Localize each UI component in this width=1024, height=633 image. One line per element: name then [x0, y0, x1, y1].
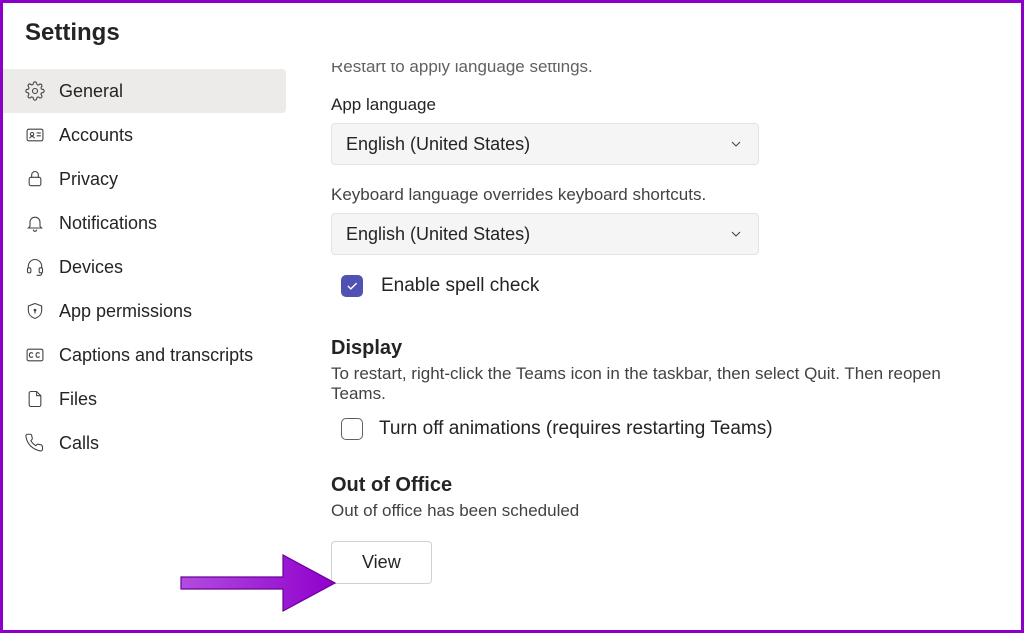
- sidebar-item-captions[interactable]: Captions and transcripts: [3, 333, 286, 377]
- view-button[interactable]: View: [331, 541, 432, 584]
- headset-icon: [25, 257, 45, 277]
- sidebar-item-label: Calls: [59, 433, 99, 454]
- sidebar-item-label: Captions and transcripts: [59, 345, 253, 366]
- keyboard-language-helper: Keyboard language overrides keyboard sho…: [331, 185, 993, 205]
- animations-checkbox[interactable]: [341, 418, 363, 440]
- sidebar-item-general[interactable]: General: [3, 69, 286, 113]
- settings-sidebar: General Accounts Privacy Notifications: [3, 65, 286, 630]
- sidebar-item-privacy[interactable]: Privacy: [3, 157, 286, 201]
- file-icon: [25, 389, 45, 409]
- sidebar-item-app-permissions[interactable]: App permissions: [3, 289, 286, 333]
- dropdown-value: English (United States): [346, 224, 530, 245]
- ooo-heading: Out of Office: [331, 474, 993, 497]
- dropdown-value: English (United States): [346, 134, 530, 155]
- display-desc: To restart, right-click the Teams icon i…: [331, 364, 993, 404]
- sidebar-item-label: Devices: [59, 257, 123, 278]
- sidebar-item-label: Accounts: [59, 125, 133, 146]
- sidebar-item-notifications[interactable]: Notifications: [3, 201, 286, 245]
- app-language-dropdown[interactable]: English (United States): [331, 123, 759, 165]
- chevron-down-icon: [728, 226, 744, 242]
- sidebar-item-label: Notifications: [59, 213, 157, 234]
- sidebar-item-label: App permissions: [59, 301, 192, 322]
- captions-icon: [25, 345, 45, 365]
- sidebar-item-label: Privacy: [59, 169, 118, 190]
- bell-icon: [25, 213, 45, 233]
- settings-main: Restart to apply language settings. App …: [286, 65, 1021, 630]
- sidebar-item-accounts[interactable]: Accounts: [3, 113, 286, 157]
- sidebar-item-calls[interactable]: Calls: [3, 421, 286, 465]
- keyboard-language-dropdown[interactable]: English (United States): [331, 213, 759, 255]
- display-heading: Display: [331, 337, 993, 360]
- sidebar-item-files[interactable]: Files: [3, 377, 286, 421]
- id-card-icon: [25, 125, 45, 145]
- sidebar-item-devices[interactable]: Devices: [3, 245, 286, 289]
- ooo-status: Out of office has been scheduled: [331, 501, 993, 521]
- chevron-down-icon: [728, 136, 744, 152]
- animations-label: Turn off animations (requires restarting…: [379, 418, 773, 440]
- shield-icon: [25, 301, 45, 321]
- app-language-label: App language: [331, 95, 993, 115]
- gear-icon: [25, 81, 45, 101]
- spellcheck-checkbox[interactable]: [341, 275, 363, 297]
- spellcheck-label: Enable spell check: [381, 275, 539, 297]
- lock-icon: [25, 169, 45, 189]
- sidebar-item-label: General: [59, 81, 123, 102]
- sidebar-item-label: Files: [59, 389, 97, 410]
- phone-icon: [25, 433, 45, 453]
- page-title: Settings: [3, 3, 1021, 65]
- restart-hint-cutoff: Restart to apply language settings.: [331, 63, 993, 81]
